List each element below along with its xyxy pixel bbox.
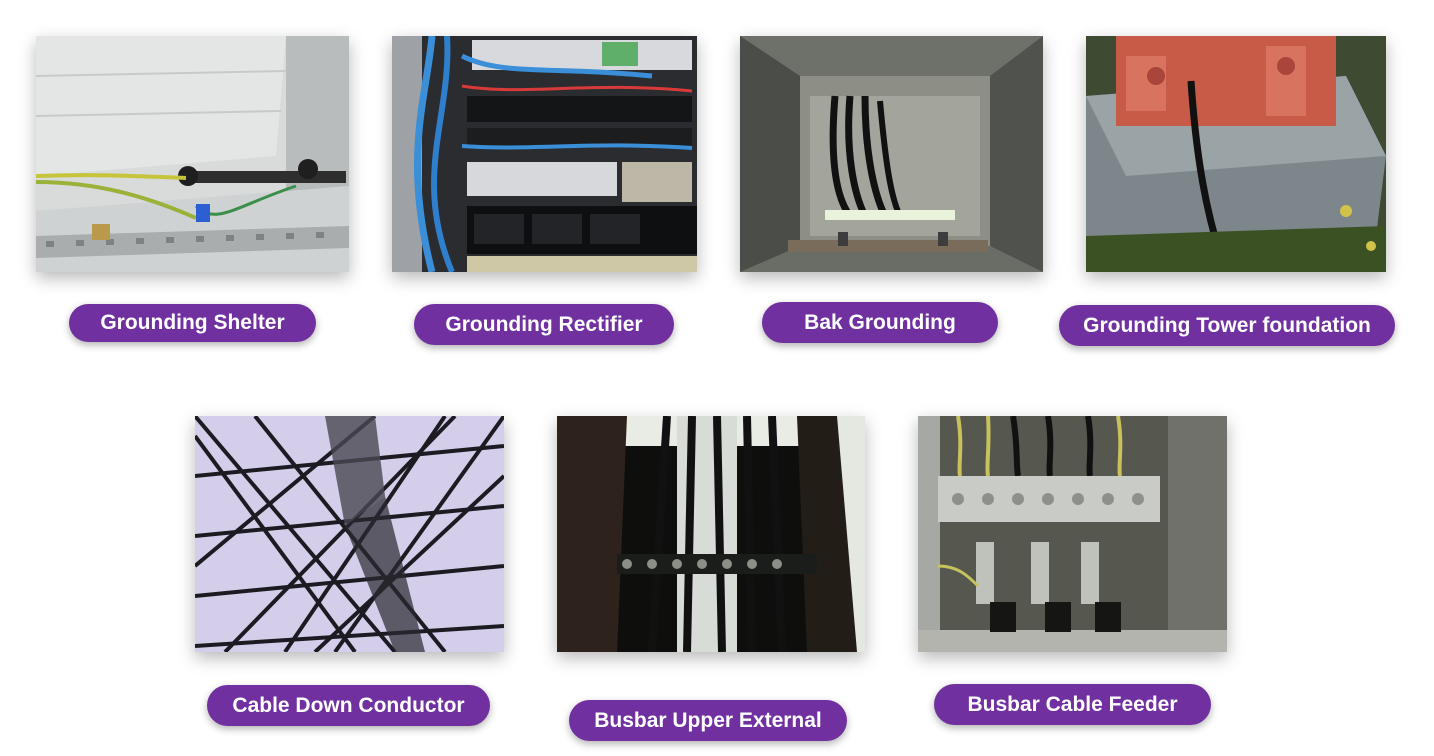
cable-down-conductor-label: Cable Down Conductor [207, 685, 490, 726]
cable-down-conductor-photo [195, 416, 504, 652]
busbar-cable-feeder-photo [918, 416, 1227, 652]
grounding-rectifier-label: Grounding Rectifier [414, 304, 674, 345]
bak-grounding-label: Bak Grounding [762, 302, 998, 343]
grounding-rectifier-photo [392, 36, 697, 272]
grounding-shelter-label: Grounding Shelter [69, 304, 316, 342]
grounding-shelter-photo [36, 36, 349, 272]
busbar-cable-feeder-label: Busbar Cable Feeder [934, 684, 1211, 725]
grounding-tower-foundation-photo [1086, 36, 1386, 272]
grounding-tower-foundation-label: Grounding Tower foundation [1059, 305, 1395, 346]
bak-grounding-photo [740, 36, 1043, 272]
busbar-upper-external-photo [557, 416, 865, 652]
busbar-upper-external-label: Busbar Upper External [569, 700, 847, 741]
